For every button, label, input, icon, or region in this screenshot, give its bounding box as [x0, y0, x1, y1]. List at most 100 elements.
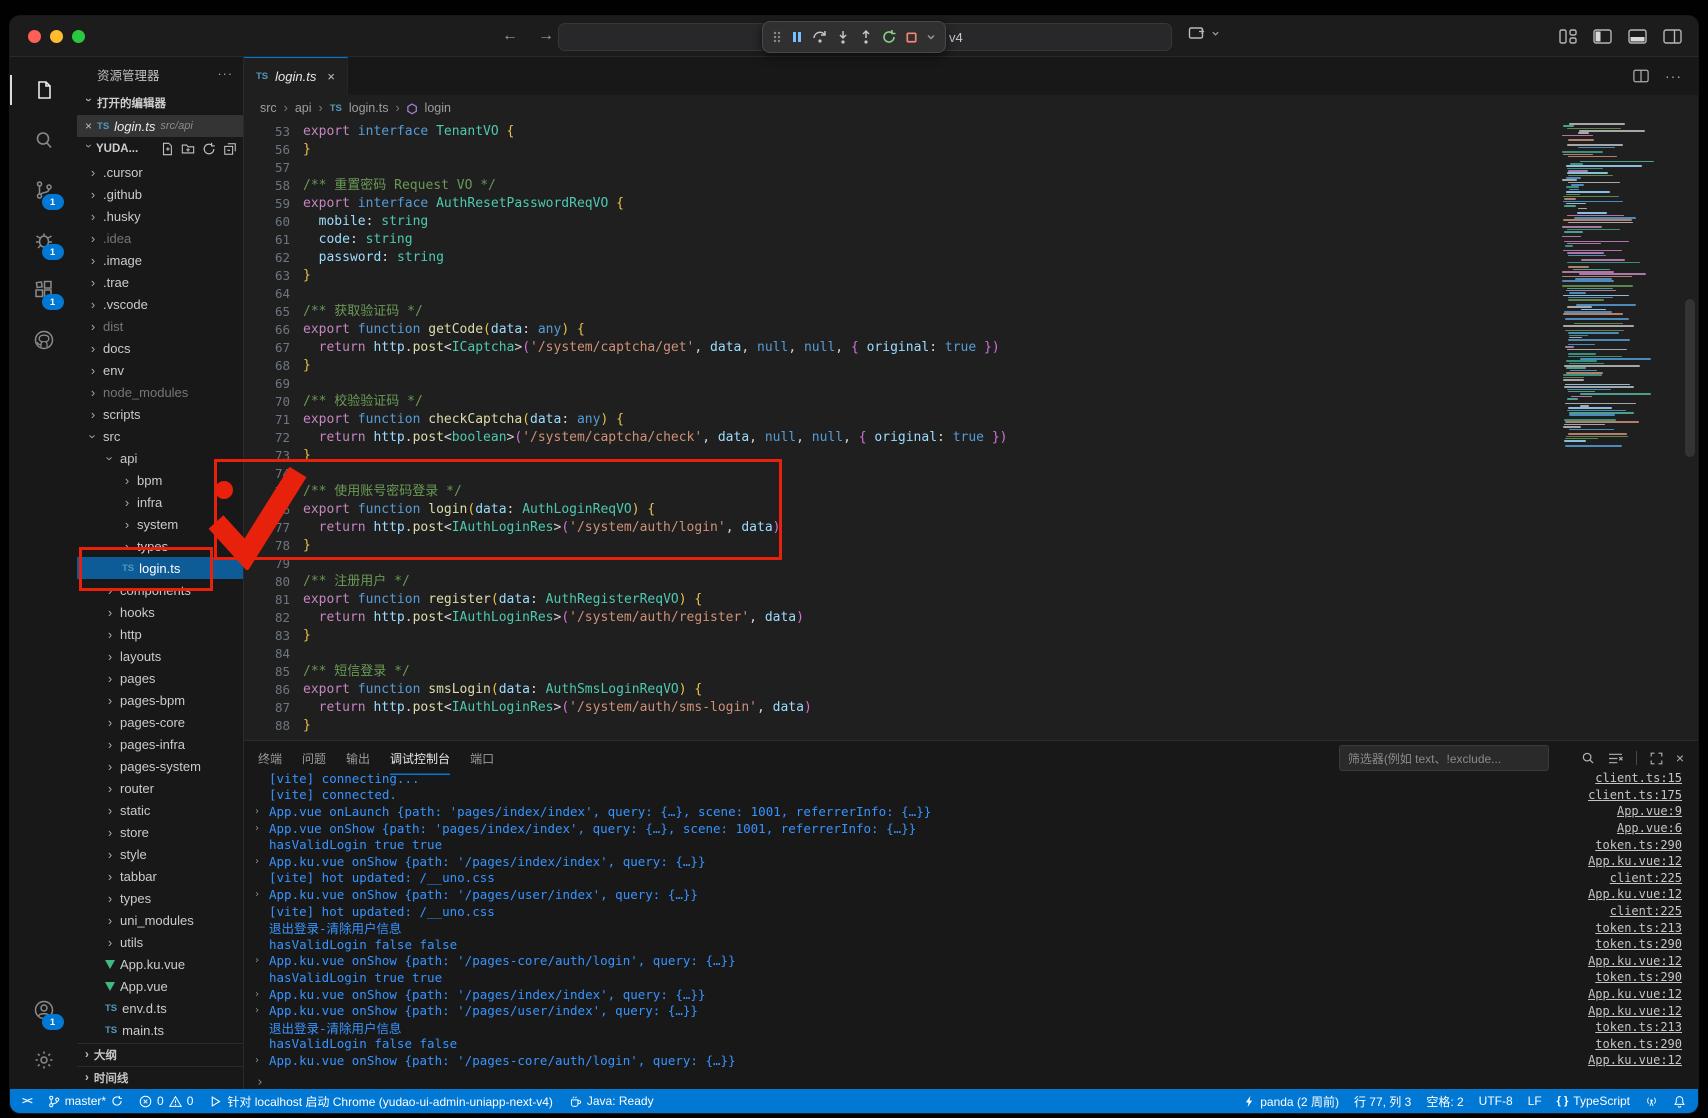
- tree-item-api[interactable]: ›api: [77, 447, 243, 469]
- source-link[interactable]: App.ku.vue:12: [1588, 887, 1698, 901]
- console-row[interactable]: 退出登录-清除用户信息token.ts:213: [254, 919, 1698, 936]
- console-row[interactable]: ›App.ku.vue onShow {path: '/pages/index/…: [254, 853, 1698, 870]
- tree-item-bpm[interactable]: ›bpm: [77, 469, 243, 491]
- console-row[interactable]: ›App.ku.vue onShow {path: '/pages-core/a…: [254, 953, 1698, 970]
- expand-chevron-icon[interactable]: ›: [254, 856, 269, 867]
- git-branch-item[interactable]: master*: [48, 1094, 123, 1108]
- close-tab-icon[interactable]: ×: [327, 69, 335, 84]
- step-out-icon[interactable]: [858, 29, 874, 45]
- expand-chevron-icon[interactable]: ›: [254, 1005, 269, 1016]
- new-file-icon[interactable]: [160, 142, 174, 156]
- tree-item-layouts[interactable]: ›layouts: [77, 645, 243, 667]
- search-icon[interactable]: [1581, 751, 1595, 765]
- source-link[interactable]: client.ts:15: [1595, 771, 1698, 785]
- refresh-icon[interactable]: [202, 142, 216, 156]
- debug-console-output[interactable]: [vite] connecting...client.ts:15[vite] c…: [244, 770, 1698, 1071]
- tree-item-store[interactable]: ›store: [77, 821, 243, 843]
- restart-icon[interactable]: [881, 29, 897, 45]
- activity-accounts[interactable]: 1: [20, 987, 68, 1033]
- stop-icon[interactable]: [904, 30, 919, 45]
- tree-item--husky[interactable]: ›.husky: [77, 205, 243, 227]
- expand-chevron-icon[interactable]: ›: [254, 1055, 269, 1066]
- timeline-section[interactable]: ›时间线: [77, 1066, 243, 1089]
- tree-item-static[interactable]: ›static: [77, 799, 243, 821]
- activity-extensions[interactable]: 1: [20, 267, 68, 313]
- tree-item-pages-bpm[interactable]: ›pages-bpm: [77, 689, 243, 711]
- console-row[interactable]: 退出登录-清除用户信息token.ts:213: [254, 1019, 1698, 1036]
- toggle-sidebar-icon[interactable]: [1593, 29, 1612, 44]
- tree-item-types[interactable]: ›types: [77, 535, 243, 557]
- outline-section[interactable]: ›大纲: [77, 1043, 243, 1066]
- notifications-item[interactable]: [1673, 1095, 1686, 1108]
- expand-chevron-icon[interactable]: ›: [254, 989, 269, 1000]
- source-link[interactable]: client.ts:175: [1588, 788, 1698, 802]
- new-folder-icon[interactable]: [181, 142, 195, 156]
- activity-search[interactable]: [20, 117, 68, 163]
- toggle-secondary-sidebar-icon[interactable]: [1663, 29, 1682, 44]
- breadcrumb-symbol[interactable]: login: [425, 101, 451, 115]
- expand-chevron-icon[interactable]: ›: [254, 889, 269, 900]
- open-editor-item-login-ts[interactable]: × TS login.ts src/api: [77, 115, 243, 137]
- code-editor[interactable]: 53export interface TenantVO {56}5758/** …: [244, 121, 1698, 740]
- cursor-position-item[interactable]: 行 77, 列 3: [1354, 1093, 1411, 1110]
- source-link[interactable]: App.vue:9: [1617, 804, 1698, 818]
- console-row[interactable]: [vite] hot updated: /__uno.cssclient:225: [254, 903, 1698, 920]
- tree-item-scripts[interactable]: ›scripts: [77, 403, 243, 425]
- collapse-all-icon[interactable]: [223, 142, 237, 156]
- expand-chevron-icon[interactable]: ›: [254, 823, 269, 834]
- source-link[interactable]: token.ts:290: [1595, 1037, 1698, 1051]
- console-row[interactable]: ›App.vue onShow {path: 'pages/index/inde…: [254, 820, 1698, 837]
- tree-item-env[interactable]: ›env: [77, 359, 243, 381]
- console-row[interactable]: ›App.ku.vue onShow {path: '/pages/index/…: [254, 986, 1698, 1003]
- tab-login-ts[interactable]: TS login.ts ×: [244, 57, 348, 95]
- java-status-item[interactable]: Java: Ready: [569, 1094, 654, 1108]
- minimap[interactable]: [1562, 123, 1674, 463]
- minimize-window-button[interactable]: [50, 30, 63, 43]
- console-row[interactable]: ›App.ku.vue onShow {path: '/pages-core/a…: [254, 1052, 1698, 1069]
- step-into-icon[interactable]: [835, 29, 851, 45]
- activity-run-debug[interactable]: 1: [20, 217, 68, 263]
- source-link[interactable]: App.vue:6: [1617, 821, 1698, 835]
- tree-item-App-ku-vue[interactable]: App.ku.vue: [77, 953, 243, 975]
- console-prompt[interactable]: ›: [256, 1075, 264, 1090]
- maximize-window-button[interactable]: [72, 30, 85, 43]
- source-link[interactable]: token.ts:290: [1595, 838, 1698, 852]
- indentation-item[interactable]: 空格: 2: [1426, 1093, 1463, 1110]
- source-link[interactable]: App.ku.vue:12: [1588, 854, 1698, 868]
- activity-github[interactable]: [20, 317, 68, 363]
- activity-explorer[interactable]: [20, 67, 68, 113]
- tree-item-node-modules[interactable]: ›node_modules: [77, 381, 243, 403]
- nav-back-icon[interactable]: ←: [502, 27, 518, 45]
- tree-item-docs[interactable]: ›docs: [77, 337, 243, 359]
- activity-settings[interactable]: [20, 1037, 68, 1083]
- tree-item-src[interactable]: ›src: [77, 425, 243, 447]
- source-link[interactable]: token.ts:290: [1595, 937, 1698, 951]
- tree-item-pages[interactable]: ›pages: [77, 667, 243, 689]
- console-row[interactable]: [vite] hot updated: /__uno.cssclient:225: [254, 870, 1698, 887]
- activity-source-control[interactable]: 1: [20, 167, 68, 213]
- tree-item-App-vue[interactable]: App.vue: [77, 975, 243, 997]
- drag-handle-icon[interactable]: [772, 29, 782, 45]
- workspace-header[interactable]: › YUDA...: [77, 137, 243, 161]
- source-link[interactable]: App.ku.vue:12: [1588, 1004, 1698, 1018]
- close-window-button[interactable]: [28, 30, 41, 43]
- tree-item-main-ts[interactable]: TSmain.ts: [77, 1019, 243, 1041]
- tree-item-system[interactable]: ›system: [77, 513, 243, 535]
- command-center-input[interactable]: v4: [938, 23, 1172, 51]
- language-mode-item[interactable]: { } TypeScript: [1557, 1094, 1630, 1108]
- tree-item--image[interactable]: ›.image: [77, 249, 243, 271]
- source-link[interactable]: client:225: [1610, 904, 1698, 918]
- tree-item-pages-system[interactable]: ›pages-system: [77, 755, 243, 777]
- nav-forward-icon[interactable]: →: [538, 27, 554, 45]
- tree-item-tabbar[interactable]: ›tabbar: [77, 865, 243, 887]
- step-over-icon[interactable]: [812, 29, 828, 45]
- split-editor-icon[interactable]: [1633, 69, 1649, 83]
- tree-item-components[interactable]: ›components: [77, 579, 243, 601]
- tree-item--cursor[interactable]: ›.cursor: [77, 161, 243, 183]
- editor-more-actions-icon[interactable]: ···: [1665, 68, 1682, 84]
- tree-item-style[interactable]: ›style: [77, 843, 243, 865]
- tree-item-dist[interactable]: ›dist: [77, 315, 243, 337]
- console-row[interactable]: hasValidLogin false falsetoken.ts:290: [254, 936, 1698, 953]
- tree-item-http[interactable]: ›http: [77, 623, 243, 645]
- console-row[interactable]: [vite] connected.client.ts:175: [254, 787, 1698, 804]
